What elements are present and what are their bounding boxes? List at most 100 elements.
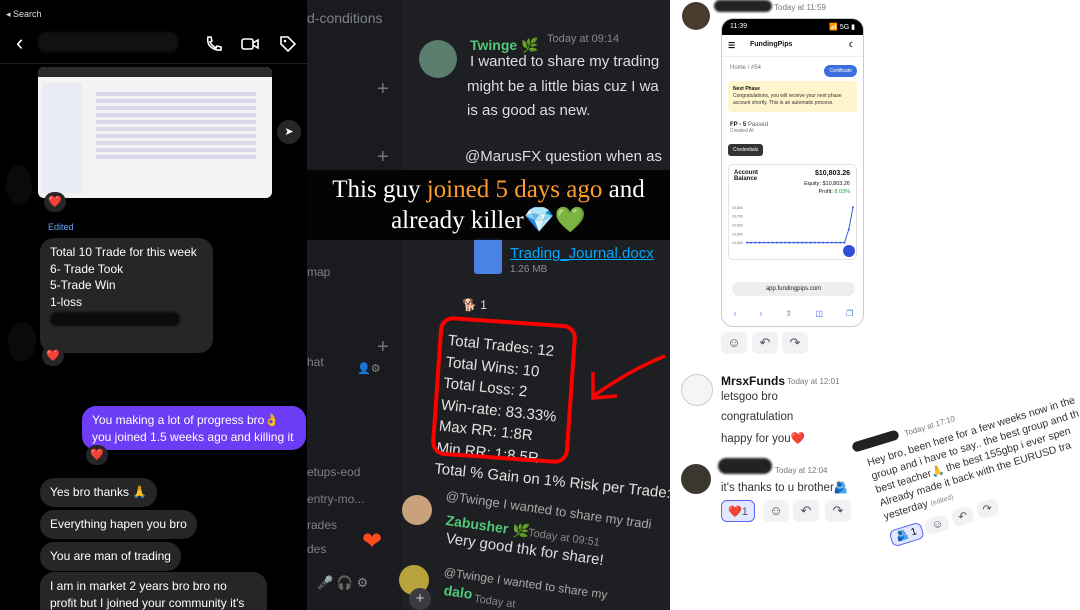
avatar[interactable]	[681, 464, 711, 494]
plus-icon[interactable]: +	[377, 336, 389, 359]
shared-screenshot-thumbnail[interactable]	[38, 67, 272, 198]
chart-point	[818, 241, 821, 244]
avatar[interactable]	[681, 374, 713, 406]
username[interactable]: MrsxFunds	[721, 374, 785, 388]
chart-point	[775, 241, 778, 244]
channel-name[interactable]: hat	[307, 355, 324, 369]
chart-point	[830, 241, 833, 244]
next-phase-notice: Next Phase Congratulations, you will rece…	[728, 81, 857, 112]
file-size: 1.26 MB	[510, 264, 548, 275]
app-nav: ☰ FundingPips ☾	[722, 35, 863, 57]
forward-icon[interactable]: ↷	[782, 332, 808, 354]
credentials-button[interactable]: Credentials	[728, 144, 764, 156]
redacted-line	[50, 312, 180, 326]
certificate-button[interactable]: Certificate	[824, 65, 857, 77]
message-bubble: I am in market 2 years bro bro no profit…	[40, 572, 267, 610]
chart-point	[813, 241, 816, 244]
video-call-icon[interactable]	[240, 34, 260, 54]
message-bubble: Total 10 Trade for this week 6- Trade To…	[40, 238, 213, 353]
profit-label: Profit:	[818, 189, 833, 195]
caption-text: This guy	[332, 176, 427, 203]
brand-name: FundingPips	[750, 41, 793, 48]
channel-name[interactable]: des	[307, 542, 326, 556]
balance-label: Account Balance	[734, 170, 758, 182]
discord-light-panel: Today at 11:59 11:39 📶 5G ▮ ☰ FundingPips ☾…	[670, 0, 1080, 610]
reaction-chip[interactable]: 🐕 1	[462, 298, 487, 312]
message-line: might be a little bias cuz I wa	[467, 78, 659, 95]
caption-overlay: This guy joined 5 days ago and already k…	[307, 170, 670, 240]
heart-reaction: ❤️	[42, 346, 64, 366]
heart-reaction[interactable]: ❤️1	[721, 500, 755, 522]
file-link[interactable]: Trading_Journal.docx	[510, 245, 654, 262]
channel-name[interactable]: d-conditions	[307, 10, 383, 26]
edited-label: Edited	[48, 222, 74, 232]
notice-title: Next Phase	[733, 86, 760, 92]
message-line: congratulation	[721, 411, 794, 423]
voice-controls[interactable]: 🎤 🎧 ⚙	[317, 575, 368, 591]
add-reaction-icon[interactable]: ☺	[763, 500, 789, 522]
profit-row: Profit: 8.03%	[818, 189, 850, 195]
chart-tick-label: 10,400	[732, 241, 743, 245]
chart-point	[754, 241, 757, 244]
add-reaction-icon[interactable]: ☺	[721, 332, 747, 354]
phone-screenshot[interactable]: 11:39 📶 5G ▮ ☰ FundingPips ☾ Home / #54 Cer…	[721, 18, 864, 327]
status-back-search[interactable]: ◂ Search	[6, 9, 42, 20]
avatar[interactable]	[419, 40, 457, 78]
chart-series-line	[747, 207, 854, 244]
menu-icon[interactable]: ☰	[728, 41, 735, 50]
redacted-username	[718, 458, 772, 474]
message-line: it's thanks to u brother🫂	[721, 482, 849, 494]
message-line: you joined 1.5 weeks ago and killing it	[92, 429, 294, 444]
avatar[interactable]	[682, 2, 710, 30]
avatar	[6, 165, 32, 205]
thumbnail-browser-bar	[38, 67, 272, 77]
mention-line: @MarusFX question when as	[465, 148, 662, 165]
tabs-icon[interactable]: ❐	[846, 309, 853, 318]
chart-tick-label: 10,700	[732, 215, 743, 219]
forward-icon[interactable]: ›	[760, 309, 763, 318]
tag-icon[interactable]	[278, 34, 298, 54]
avatar[interactable]	[402, 495, 432, 525]
back-arrow-icon[interactable]: ‹	[16, 30, 23, 56]
chart-point	[852, 206, 854, 209]
share-icon[interactable]: ⇧	[785, 309, 792, 318]
add-attachment-icon[interactable]: +	[409, 588, 431, 610]
chart-point	[805, 241, 808, 244]
message-line: happy for you❤️	[721, 433, 806, 445]
chart-point	[750, 241, 753, 244]
reaction-count: 1	[909, 526, 919, 539]
chart-point	[835, 241, 838, 244]
message-line: profit but I joined your community it's	[50, 595, 245, 610]
username[interactable]: Twinge 🌿	[470, 37, 539, 54]
dark-mode-icon[interactable]: ☾	[849, 41, 855, 49]
plus-icon[interactable]: +	[377, 146, 389, 169]
thumbnail-sidebar	[42, 83, 82, 193]
phone-call-icon[interactable]	[204, 34, 224, 54]
reply-icon[interactable]: ↶	[793, 500, 819, 522]
timestamp: Today at 11:59	[774, 3, 826, 12]
caption-line-2: already killer💎💚	[391, 207, 586, 234]
phone-signal: 📶 5G ▮	[829, 24, 855, 31]
chart-point	[762, 241, 765, 244]
caption-highlight: joined 5 days ago	[426, 176, 603, 203]
username[interactable]: dalo	[443, 582, 474, 602]
back-icon[interactable]: ‹	[734, 309, 737, 318]
share-icon[interactable]: ➤	[277, 120, 301, 144]
channel-name[interactable]: entry-mo...	[307, 492, 364, 506]
add-member-icon[interactable]: 👤⚙	[357, 362, 381, 375]
reply-icon[interactable]: ↶	[752, 332, 778, 354]
account-row: FP - 5 Passed Created At	[722, 118, 863, 138]
plus-icon[interactable]: +	[377, 78, 389, 101]
docx-file-icon	[474, 238, 502, 274]
bookmarks-icon[interactable]: ◫	[815, 309, 823, 318]
url-bar[interactable]: app.fundingpips.com	[732, 282, 855, 296]
channel-name[interactable]: etups-eod	[307, 465, 360, 479]
chart-point	[779, 241, 782, 244]
channel-name[interactable]: map	[307, 265, 330, 279]
chat-fab-icon[interactable]	[843, 245, 855, 257]
channel-name[interactable]: rades	[307, 518, 337, 532]
chart-point	[822, 241, 825, 244]
notice-text: Congratulations, you will receive your n…	[733, 93, 842, 106]
message-line: I am in market 2 years bro bro no	[50, 579, 227, 593]
forward-icon[interactable]: ↷	[825, 500, 851, 522]
